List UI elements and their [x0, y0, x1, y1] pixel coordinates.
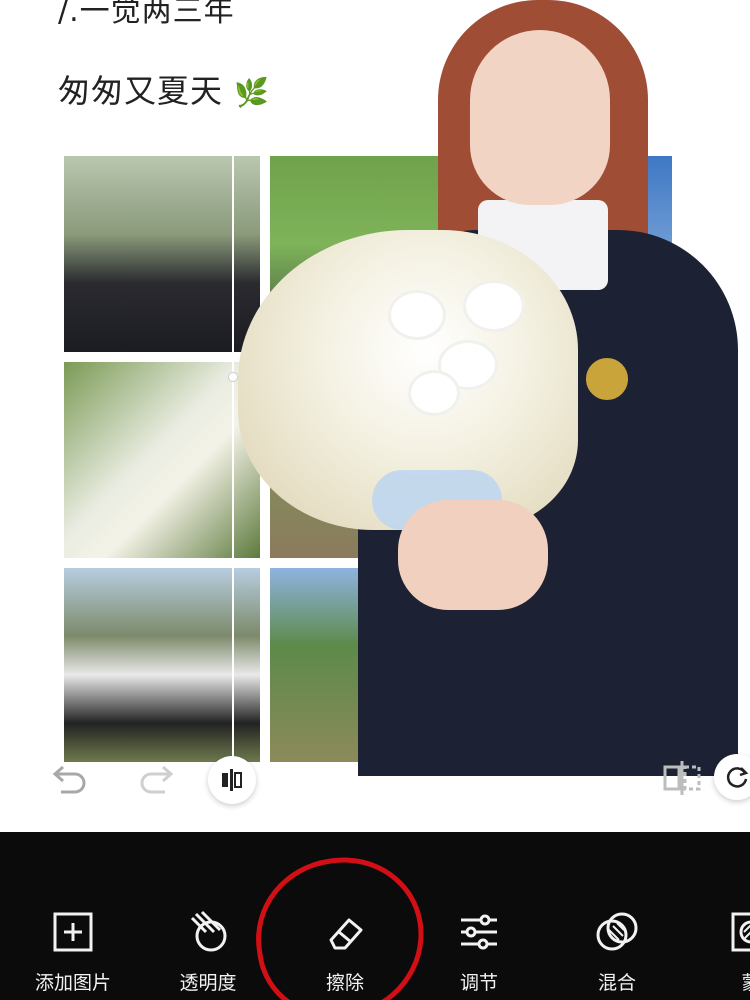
tool-opacity[interactable]: 透明度: [153, 908, 263, 1000]
flower-shape: [388, 290, 446, 340]
caption-line-2-text: 匆匆又夏天: [58, 72, 224, 110]
collage-photo[interactable]: [64, 362, 260, 558]
flip-icon: [663, 761, 701, 795]
flip-button[interactable]: [660, 758, 704, 798]
flower-shape: [463, 280, 525, 332]
mask-icon: [731, 912, 750, 952]
tool-adjust[interactable]: 调节: [424, 908, 534, 1000]
undo-icon: [52, 765, 86, 794]
rotate-button[interactable]: [714, 754, 750, 800]
compare-icon: [222, 769, 242, 791]
blend-icon: [596, 912, 638, 951]
tool-mask[interactable]: 蒙: [696, 908, 750, 1000]
flower-shape: [408, 370, 460, 416]
tool-blend[interactable]: 混合: [562, 908, 672, 1000]
tool-blend-label: 混合: [597, 972, 636, 994]
face-shape: [470, 30, 610, 205]
caption-line-1: /.一觉两三年: [58, 0, 235, 29]
sliders-icon: [461, 914, 497, 950]
undo-button[interactable]: [50, 760, 90, 796]
gown-emblem: [582, 354, 632, 404]
hands-shape: [398, 500, 548, 610]
compare-split-line[interactable]: [232, 156, 234, 766]
rotate-icon: [726, 767, 749, 788]
collage-photo[interactable]: [64, 568, 260, 762]
tool-opacity-label: 透明度: [179, 972, 237, 994]
split-handle[interactable]: [228, 372, 238, 382]
compare-button[interactable]: [208, 756, 256, 804]
tool-mask-label: 蒙: [741, 968, 750, 995]
collage-photo[interactable]: [64, 156, 260, 352]
redo-icon: [140, 765, 174, 794]
cutout-sticker-person[interactable]: [238, 0, 738, 776]
tool-add-image-label: 添加图片: [34, 972, 111, 994]
editor-canvas[interactable]: /.一觉两三年 匆匆又夏天 🌿: [0, 0, 750, 832]
redo-button[interactable]: [136, 760, 176, 796]
tool-add-image[interactable]: 添加图片: [18, 908, 128, 1000]
tool-adjust-label: 调节: [459, 972, 498, 994]
add-image-icon: [53, 912, 93, 952]
opacity-icon: [190, 910, 227, 952]
